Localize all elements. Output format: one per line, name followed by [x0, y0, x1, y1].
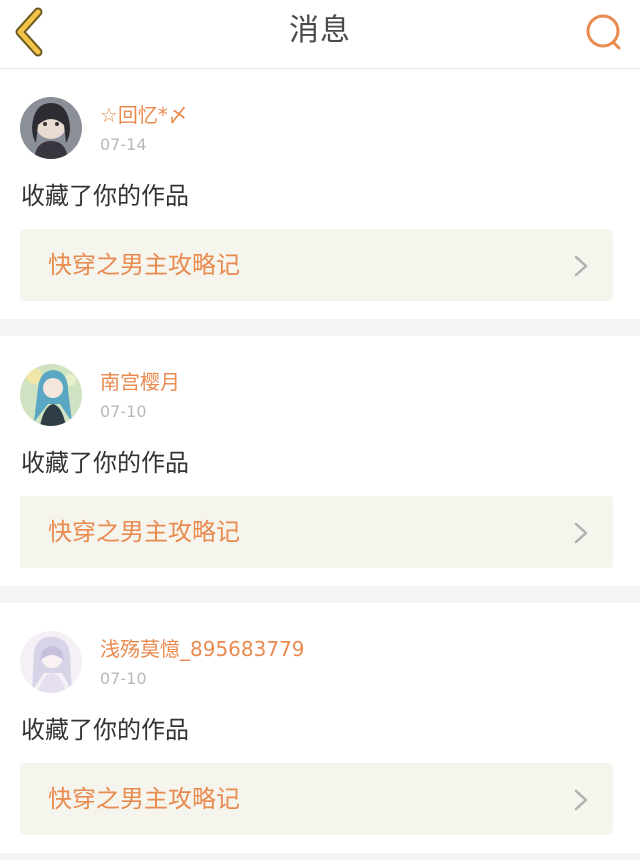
search-icon [586, 14, 621, 50]
message-date: 07-14 [100, 135, 147, 154]
action-text: 收藏了你的作品 [21, 182, 189, 210]
top-bar: 消息 [0, 0, 640, 69]
message-card: 南宫樱月 07-10 收藏了你的作品 快穿之男主攻略记 [0, 336, 640, 586]
message-date: 07-10 [100, 402, 147, 421]
search-button[interactable] [582, 10, 626, 54]
page-title: 消息 [289, 13, 351, 48]
work-title: 快穿之男主攻略记 [48, 251, 240, 279]
username[interactable]: 南宫樱月 [100, 370, 180, 394]
chevron-right-icon [574, 255, 588, 277]
chevron-right-icon [574, 789, 588, 811]
work-link[interactable]: 快穿之男主攻略记 [20, 763, 613, 835]
message-card: 浅殇莫憶_895683779 07-10 收藏了你的作品 快穿之男主攻略记 [0, 603, 640, 853]
avatar[interactable] [20, 97, 82, 159]
work-title: 快穿之男主攻略记 [48, 785, 240, 813]
message-date: 07-10 [100, 669, 147, 688]
action-text: 收藏了你的作品 [21, 449, 189, 477]
avatar[interactable] [20, 631, 82, 693]
work-title: 快穿之男主攻略记 [48, 518, 240, 546]
work-link[interactable]: 快穿之男主攻略记 [20, 229, 613, 301]
chevron-right-icon [574, 522, 588, 544]
messages-screen: 消息 ☆回忆*〆 07-14 收藏了你的作品 快穿之男主攻略记 南宫樱月 07-… [0, 0, 640, 860]
username[interactable]: 浅殇莫憶_895683779 [100, 637, 305, 661]
work-link[interactable]: 快穿之男主攻略记 [20, 496, 613, 568]
avatar[interactable] [20, 364, 82, 426]
action-text: 收藏了你的作品 [21, 716, 189, 744]
message-card: ☆回忆*〆 07-14 收藏了你的作品 快穿之男主攻略记 [0, 69, 640, 319]
username[interactable]: ☆回忆*〆 [100, 103, 188, 127]
